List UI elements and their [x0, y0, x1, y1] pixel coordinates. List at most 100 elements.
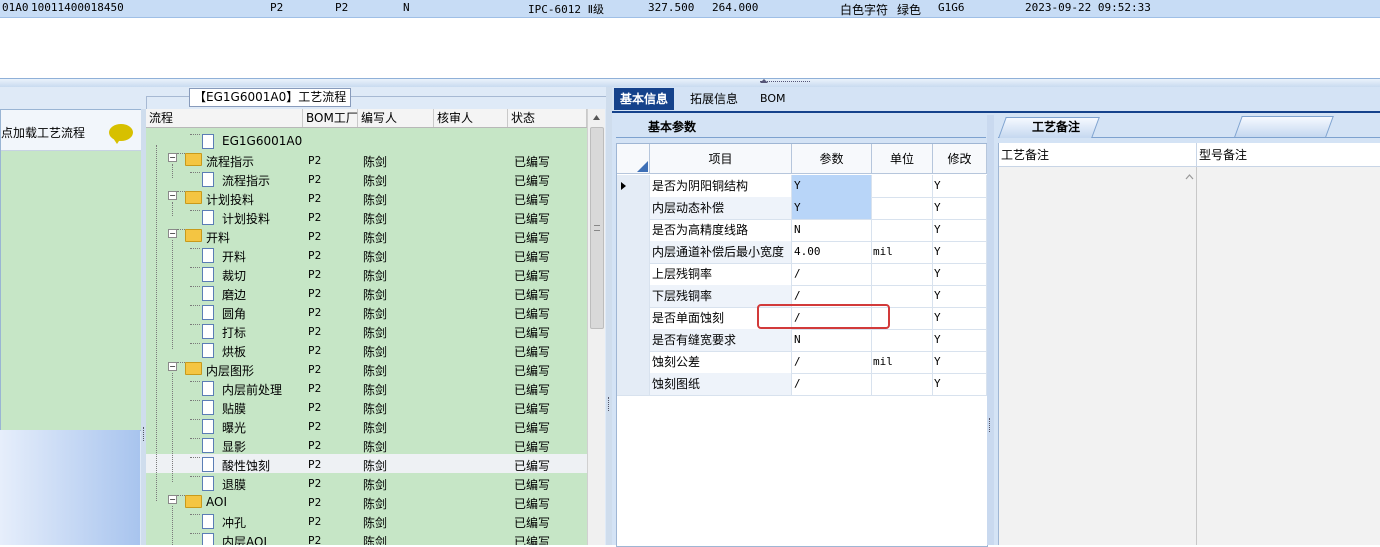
tree-node-label[interactable]: 贴膜: [222, 400, 246, 417]
param-value-cell[interactable]: N: [792, 329, 872, 351]
tree-row[interactable]: 烘板 P2 陈剑 已编写: [146, 340, 587, 359]
param-value-cell[interactable]: /: [792, 351, 872, 373]
tree-row[interactable]: − 开料 P2 陈剑 已编写: [146, 226, 587, 245]
param-value-cell[interactable]: /: [792, 263, 872, 285]
tree-row[interactable]: 贴膜 P2 陈剑 已编写: [146, 397, 587, 416]
param-row[interactable]: 蚀刻图纸 / Y: [617, 373, 987, 396]
collapse-toggle-icon[interactable]: −: [168, 153, 177, 162]
tree-row[interactable]: − 计划投料 P2 陈剑 已编写: [146, 188, 587, 207]
tree-node-label[interactable]: 磨边: [222, 286, 246, 303]
tree-row[interactable]: 冲孔 P2 陈剑 已编写: [146, 511, 587, 530]
row-header-cell[interactable]: [617, 241, 650, 263]
tree-row[interactable]: 圆角 P2 陈剑 已编写: [146, 302, 587, 321]
collapse-toggle-icon[interactable]: −: [168, 495, 177, 504]
process-notes-title[interactable]: 工艺备注: [1032, 118, 1080, 135]
tree-node-label[interactable]: 计划投料: [222, 210, 270, 227]
basic-params-grid[interactable]: 项目 参数 单位 修改 是否为阴阳铜结构 Y Y 内层动态补偿 Y Y 是否为高精度线路 N Y…: [616, 143, 988, 547]
load-process-header[interactable]: 点加载工艺流程: [1, 110, 141, 151]
param-row[interactable]: 是否有缝宽要求 N Y: [617, 329, 987, 352]
param-unit-cell[interactable]: [872, 175, 933, 197]
param-modify-cell[interactable]: Y: [933, 329, 987, 351]
param-value-cell[interactable]: Y: [792, 197, 872, 219]
process-notes-grid[interactable]: 工艺备注 型号备注: [998, 143, 1380, 545]
load-process-panel[interactable]: 点加载工艺流程: [0, 109, 142, 431]
col-header-model-note[interactable]: 型号备注: [1197, 143, 1380, 167]
row-header-cell[interactable]: [617, 351, 650, 373]
process-tree-rows[interactable]: EG1G6001A0− 流程指示 P2 陈剑 已编写 流程指示 P2 陈剑 已编写 − 计划投料 P2…: [146, 131, 587, 545]
scroll-thumb[interactable]: [590, 127, 604, 329]
tree-row[interactable]: 内层前处理 P2 陈剑 已编写: [146, 378, 587, 397]
tree-node-label[interactable]: 内层图形: [206, 362, 254, 379]
col-header-modify[interactable]: 修改: [933, 144, 987, 174]
process-tree-scrollbar[interactable]: [587, 109, 605, 545]
tree-node-label[interactable]: 退膜: [222, 476, 246, 493]
row-header-cell[interactable]: [617, 197, 650, 219]
param-value-cell[interactable]: 4.00: [792, 241, 872, 263]
basic-params-rows[interactable]: 是否为阴阳铜结构 Y Y 内层动态补偿 Y Y 是否为高精度线路 N Y 内层通道补偿后最小宽度 4…: [617, 175, 987, 396]
scroll-up-arrow-icon[interactable]: [1183, 171, 1196, 183]
tree-node-label[interactable]: EG1G6001A0: [222, 134, 302, 148]
tree-row[interactable]: 酸性蚀刻 P2 陈剑 已编写: [146, 454, 587, 473]
load-process-text[interactable]: 点加载工艺流程: [1, 124, 85, 141]
tree-row[interactable]: 打标 P2 陈剑 已编写: [146, 321, 587, 340]
param-row[interactable]: 内层动态补偿 Y Y: [617, 197, 987, 220]
tree-row[interactable]: 流程指示 P2 陈剑 已编写: [146, 169, 587, 188]
tree-node-label[interactable]: 开料: [222, 248, 246, 265]
col-header-process-note[interactable]: 工艺备注: [999, 143, 1197, 167]
param-modify-cell[interactable]: Y: [933, 351, 987, 373]
tree-node-label[interactable]: 流程指示: [206, 153, 254, 170]
tree-node-label[interactable]: 圆角: [222, 305, 246, 322]
tree-node-label[interactable]: 计划投料: [206, 191, 254, 208]
tree-row[interactable]: 开料 P2 陈剑 已编写: [146, 245, 587, 264]
param-unit-cell[interactable]: [872, 373, 933, 395]
param-unit-cell[interactable]: [872, 263, 933, 285]
param-modify-cell[interactable]: Y: [933, 373, 987, 395]
tree-row[interactable]: 内层AOI P2 陈剑 已编写: [146, 530, 587, 545]
param-value-cell[interactable]: N: [792, 219, 872, 241]
tree-row[interactable]: 退膜 P2 陈剑 已编写: [146, 473, 587, 492]
tree-row[interactable]: − 内层图形 P2 陈剑 已编写: [146, 359, 587, 378]
row-header-cell[interactable]: [617, 175, 650, 197]
col-header-item[interactable]: 项目: [650, 144, 792, 174]
basic-params-title[interactable]: 基本参数: [648, 118, 696, 135]
param-value-cell[interactable]: /: [792, 373, 872, 395]
param-row[interactable]: 是否为高精度线路 N Y: [617, 219, 987, 242]
tree-node-label[interactable]: 酸性蚀刻: [222, 457, 270, 474]
tree-node-label[interactable]: AOI: [206, 495, 227, 509]
tree-row[interactable]: 显影 P2 陈剑 已编写: [146, 435, 587, 454]
row-header-cell[interactable]: [617, 373, 650, 395]
param-value-cell[interactable]: Y: [792, 175, 872, 197]
tree-node-label[interactable]: 打标: [222, 324, 246, 341]
tree-node-label[interactable]: 开料: [206, 229, 230, 246]
tree-node-label[interactable]: 流程指示: [222, 172, 270, 189]
row-header-cell[interactable]: [617, 263, 650, 285]
param-modify-cell[interactable]: Y: [933, 197, 987, 219]
param-modify-cell[interactable]: Y: [933, 219, 987, 241]
tree-row[interactable]: − 流程指示 P2 陈剑 已编写: [146, 150, 587, 169]
tab-extended-info[interactable]: 拓展信息: [684, 88, 744, 110]
tree-row[interactable]: EG1G6001A0: [146, 131, 587, 150]
tab-bom[interactable]: BOM: [754, 88, 792, 110]
param-row[interactable]: 是否为阴阳铜结构 Y Y: [617, 175, 987, 198]
right-vertical-splitter[interactable]: [987, 115, 994, 545]
tree-row[interactable]: − AOI P2 陈剑 已编写: [146, 492, 587, 511]
row-header-cell[interactable]: [617, 285, 650, 307]
process-note-scrollbar[interactable]: [1183, 167, 1197, 545]
col-header-param[interactable]: 参数: [792, 144, 872, 174]
tree-row[interactable]: 曝光 P2 陈剑 已编写: [146, 416, 587, 435]
tree-node-label[interactable]: 裁切: [222, 267, 246, 284]
col-header-bom-factory[interactable]: BOM工厂: [303, 109, 358, 127]
param-modify-cell[interactable]: Y: [933, 241, 987, 263]
param-modify-cell[interactable]: Y: [933, 175, 987, 197]
param-unit-cell[interactable]: mil: [872, 241, 933, 263]
tree-row[interactable]: 裁切 P2 陈剑 已编写: [146, 264, 587, 283]
tree-row[interactable]: 磨边 P2 陈剑 已编写: [146, 283, 587, 302]
tree-row[interactable]: 计划投料 P2 陈剑 已编写: [146, 207, 587, 226]
param-unit-cell[interactable]: mil: [872, 351, 933, 373]
col-header-process[interactable]: 流程: [146, 109, 303, 127]
tree-node-label[interactable]: 冲孔: [222, 514, 246, 531]
param-modify-cell[interactable]: Y: [933, 263, 987, 285]
param-unit-cell[interactable]: [872, 329, 933, 351]
param-row[interactable]: 上层残铜率 / Y: [617, 263, 987, 286]
col-header-writer[interactable]: 编写人: [358, 109, 434, 127]
